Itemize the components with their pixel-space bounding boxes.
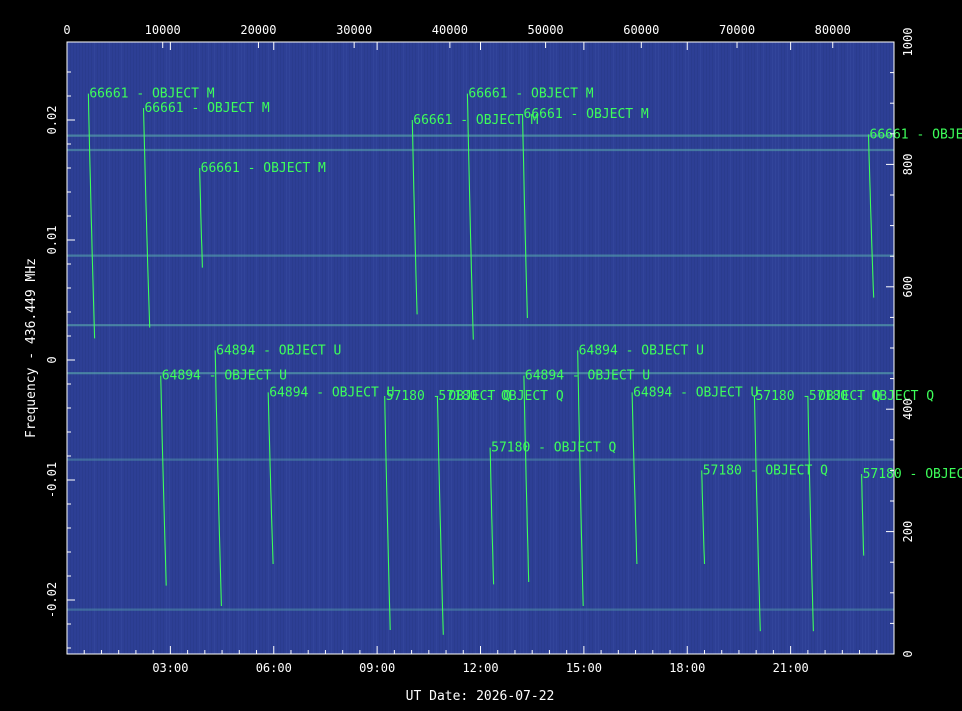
pass-label: 57180 - OBJECT Q — [438, 389, 563, 404]
pass-label: 66661 - OBJECT M — [870, 127, 962, 142]
right-tick-label: 800 — [901, 154, 915, 176]
y-tick-label: 0.02 — [45, 106, 59, 135]
pass-label: 64894 - OBJECT U — [579, 343, 704, 358]
pass-label: 57180 - OBJECT Q — [863, 467, 962, 482]
top-tick-label: 60000 — [623, 23, 659, 37]
pass-label: 64894 - OBJECT U — [633, 385, 758, 400]
pass-label: 64894 - OBJECT U — [162, 369, 287, 384]
waterfall-chart: 66661 - OBJECT M66661 - OBJECT M66661 - … — [0, 0, 962, 711]
x-tick-label: 21:00 — [773, 661, 809, 675]
top-tick-label: 20000 — [240, 23, 276, 37]
y-tick-label: 0 — [45, 356, 59, 363]
right-tick-label: 0 — [901, 650, 915, 657]
pass-label: 64894 - OBJECT U — [216, 343, 341, 358]
pass-label: 66661 - OBJECT M — [468, 87, 593, 102]
right-tick-label: 200 — [901, 521, 915, 543]
x-tick-label: 12:00 — [462, 661, 498, 675]
right-tick-label: 400 — [901, 398, 915, 420]
plot-area — [67, 42, 894, 654]
top-tick-label: 80000 — [815, 23, 851, 37]
top-tick-label: 0 — [63, 23, 70, 37]
x-tick-label: 09:00 — [359, 661, 395, 675]
x-tick-label: 06:00 — [256, 661, 292, 675]
pass-label: 66661 - OBJECT M — [524, 107, 649, 122]
y-tick-label: 0.01 — [45, 226, 59, 255]
pass-label: 57180 - OBJECT Q — [809, 389, 934, 404]
top-tick-label: 30000 — [336, 23, 372, 37]
top-tick-label: 10000 — [145, 23, 181, 37]
y-axis-label: Frequency - 436.449 MHz — [24, 258, 39, 438]
x-tick-label: 03:00 — [152, 661, 188, 675]
pass-label: 66661 - OBJECT M — [144, 101, 269, 116]
top-tick-label: 50000 — [528, 23, 564, 37]
y-tick-label: -0.01 — [45, 462, 59, 498]
top-tick-label: 40000 — [432, 23, 468, 37]
right-tick-label: 600 — [901, 276, 915, 298]
pass-label: 57180 - OBJECT Q — [491, 441, 616, 456]
pass-label: 66661 - OBJECT M — [413, 113, 538, 128]
right-tick-label: 1000 — [901, 28, 915, 57]
pass-label: 57180 - OBJECT Q — [703, 463, 828, 478]
y-tick-label: -0.02 — [45, 582, 59, 618]
pass-label: 66661 - OBJECT M — [89, 87, 214, 102]
x-axis-label: UT Date: 2026-07-22 — [406, 689, 555, 704]
x-tick-label: 15:00 — [566, 661, 602, 675]
pass-label: 64894 - OBJECT U — [525, 369, 650, 384]
x-tick-label: 18:00 — [669, 661, 705, 675]
pass-label: 66661 - OBJECT M — [201, 161, 326, 176]
pass-label: 64894 - OBJECT U — [269, 385, 394, 400]
top-tick-label: 70000 — [719, 23, 755, 37]
